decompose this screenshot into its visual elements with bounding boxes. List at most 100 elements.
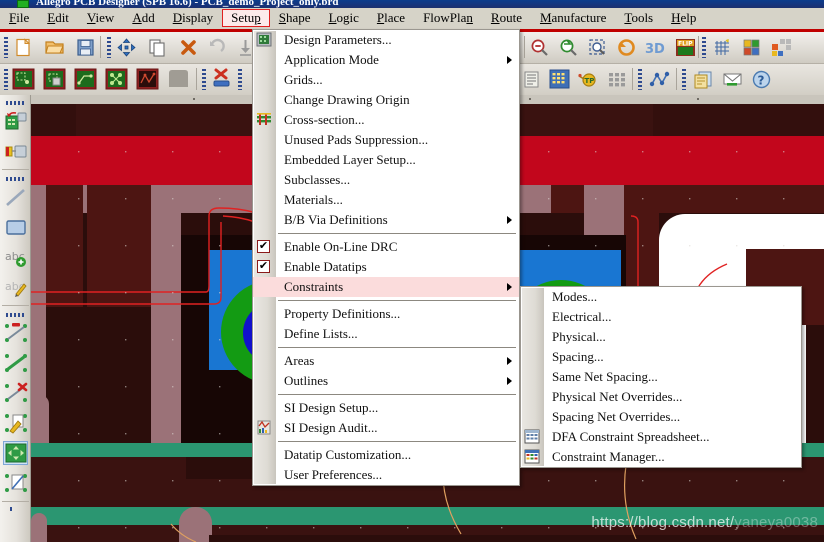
menu-place[interactable]: Place [368,9,414,27]
menu-add[interactable]: Add [123,9,163,27]
menu-item-design-parameters[interactable]: Design Parameters... [253,30,519,50]
net-copy-icon[interactable] [3,471,28,495]
menu-item-datatip-customization[interactable]: Datatip Customization... [253,445,519,465]
help-icon[interactable]: ? [750,68,773,90]
submenu-item-physical[interactable]: Physical... [521,327,801,347]
toolbar-grip[interactable] [107,37,111,58]
menu-item-areas[interactable]: Areas [253,351,519,371]
menu-flowplan[interactable]: FlowPlan [414,9,482,27]
toolbar-grip[interactable] [4,69,8,90]
toolbar-grip[interactable] [6,313,25,317]
undo-icon[interactable] [205,36,228,58]
grid-toggle-icon[interactable] [710,36,733,58]
add-text-icon[interactable]: abc [3,245,28,269]
menu-item-bb-via-definitions[interactable]: B/B Via Definitions [253,210,519,230]
open-file-icon[interactable] [43,36,66,58]
menu-item-subclasses[interactable]: Subclasses... [253,170,519,190]
submenu-item-spacing-net-overrides[interactable]: Spacing Net Overrides... [521,407,801,427]
checkbox-checked-icon[interactable]: ✔ [257,240,270,253]
menu-item-grids[interactable]: Grids... [253,70,519,90]
constraints-submenu[interactable]: Modes... Electrical... Physical... Spaci… [520,286,802,468]
net-schedule-icon[interactable] [648,68,671,90]
net-delete-icon[interactable] [3,381,28,405]
zoom-fit-icon[interactable] [586,36,609,58]
menu-shape[interactable]: Shape [270,9,320,27]
blank-mode-icon[interactable] [167,68,190,90]
analysis-mode-icon[interactable] [136,68,159,90]
submenu-item-modes[interactable]: Modes... [521,287,801,307]
menu-item-si-design-audit[interactable]: SI Design Audit... [253,418,519,438]
menu-item-outlines[interactable]: Outlines [253,371,519,391]
net-connect-icon[interactable] [3,351,28,375]
submenu-item-electrical[interactable]: Electrical... [521,307,801,327]
color-layers-icon[interactable] [740,36,763,58]
toolbar-grip[interactable] [10,507,14,511]
zoom-in-icon[interactable] [557,36,580,58]
submenu-item-same-net-spacing[interactable]: Same Net Spacing... [521,367,801,387]
menu-route[interactable]: Route [482,9,531,27]
menu-item-unused-pads-suppression[interactable]: Unused Pads Suppression... [253,130,519,150]
net-move-icon[interactable] [3,441,28,465]
menu-item-application-mode[interactable]: Application Mode [253,50,519,70]
menu-tools[interactable]: Tools [615,9,662,27]
net-edit-icon[interactable] [3,411,28,435]
menu-item-property-definitions[interactable]: Property Definitions... [253,304,519,324]
toolbar-grip[interactable] [4,37,8,58]
documents-icon[interactable] [692,68,715,90]
toolbar-grip[interactable] [682,69,686,90]
setup-dropdown-menu[interactable]: Design Parameters... Application Mode Gr… [252,29,520,486]
menu-item-enable-datatips[interactable]: ✔ Enable Datatips [253,257,519,277]
report-list-icon[interactable] [520,68,543,90]
submenu-item-spacing[interactable]: Spacing... [521,347,801,367]
menu-view[interactable]: View [78,9,123,27]
test-point-icon[interactable]: TP [577,68,600,90]
menu-setup[interactable]: Setup [222,8,270,27]
menu-file[interactable]: File [0,9,38,27]
menu-item-cross-section[interactable]: Cross-section... [253,110,519,130]
move-icon[interactable] [115,36,138,58]
import-drawing-icon[interactable] [3,109,28,133]
menu-item-enable-online-drc[interactable]: ✔ Enable On-Line DRC [253,237,519,257]
general-edit-mode-icon[interactable] [12,68,35,90]
menu-item-user-preferences[interactable]: User Preferences... [253,465,519,485]
menu-logic[interactable]: Logic [320,9,368,27]
flip-design-icon[interactable]: FLIP [674,36,697,58]
export-drawing-icon[interactable] [3,139,28,163]
refresh-icon[interactable] [615,36,638,58]
placement-edit-mode-icon[interactable] [43,68,66,90]
add-rectangle-icon[interactable] [3,215,28,239]
constraint-spreadsheet-icon[interactable] [548,68,571,90]
menu-item-materials[interactable]: Materials... [253,190,519,210]
submenu-item-physical-net-overrides[interactable]: Physical Net Overrides... [521,387,801,407]
zoom-out-icon[interactable] [528,36,551,58]
three-d-view-icon[interactable]: 3D [644,36,667,58]
new-file-icon[interactable] [12,36,35,58]
menu-manufacture[interactable]: Manufacture [531,9,615,27]
toolbar-grip[interactable] [6,101,25,105]
add-line-icon[interactable] [3,185,28,209]
menu-item-constraints[interactable]: Constraints [253,277,519,297]
net-pin-icon[interactable] [3,321,28,345]
etch-edit-mode-icon[interactable] [74,68,97,90]
toolbar-grip[interactable] [202,69,206,90]
menu-item-si-design-setup[interactable]: SI Design Setup... [253,398,519,418]
toolbar-grip[interactable] [638,69,642,90]
menu-item-embedded-layer-setup[interactable]: Embedded Layer Setup... [253,150,519,170]
copy-icon[interactable] [146,36,169,58]
submenu-item-constraint-manager[interactable]: Constraint Manager... [521,447,801,467]
email-icon[interactable] [721,68,744,90]
delete-net-icon[interactable] [210,68,233,90]
menu-display[interactable]: Display [164,9,222,27]
edit-text-icon[interactable]: abc [3,275,28,299]
padstack-icon[interactable] [606,68,629,90]
signal-integrity-mode-icon[interactable] [105,68,128,90]
delete-icon[interactable] [177,36,200,58]
subclass-visibility-icon[interactable] [770,36,793,58]
toolbar-grip[interactable] [702,37,706,58]
submenu-item-dfa-constraint-spreadsheet[interactable]: DFA Constraint Spreadsheet... [521,427,801,447]
menu-help[interactable]: Help [662,9,705,27]
toolbar-grip[interactable] [6,177,25,181]
toolbar-grip[interactable] [238,69,242,90]
menu-item-change-drawing-origin[interactable]: Change Drawing Origin [253,90,519,110]
menu-item-define-lists[interactable]: Define Lists... [253,324,519,344]
